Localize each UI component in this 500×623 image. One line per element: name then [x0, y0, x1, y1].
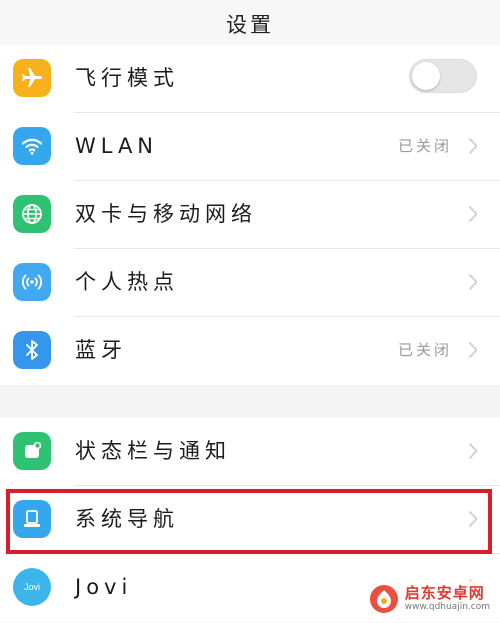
setting-row-system-navigation[interactable]: 系统导航: [0, 486, 500, 554]
chevron-right-icon: [468, 137, 478, 155]
setting-row-wlan[interactable]: WLAN 已关闭: [0, 113, 500, 181]
watermark-url: www.qdhuajin.com: [404, 602, 490, 612]
jovi-icon-text: Jovi: [23, 582, 40, 592]
airplane-mode-toggle[interactable]: [409, 59, 477, 93]
setting-label: 系统导航: [75, 507, 179, 531]
setting-label: 状态栏与通知: [75, 439, 231, 463]
setting-status: 已关闭: [397, 341, 452, 359]
watermark-logo-icon: [369, 585, 398, 613]
setting-label: 飞行模式: [75, 66, 179, 90]
hotspot-icon: [13, 263, 51, 301]
setting-label: WLAN: [75, 134, 159, 158]
bluetooth-icon: [13, 331, 51, 369]
notification-icon: [13, 432, 51, 470]
page-title: 设置: [0, 0, 500, 48]
chevron-right-icon: [468, 442, 478, 460]
jovi-icon: Jovi: [13, 568, 51, 606]
setting-row-status-bar[interactable]: 状态栏与通知: [0, 418, 500, 486]
chevron-right-icon: [468, 510, 478, 528]
globe-icon: [13, 195, 51, 233]
watermark: 启东安卓网 www.qdhuajin.com: [364, 581, 496, 617]
chevron-right-icon: [468, 273, 478, 291]
setting-status: 已关闭: [397, 137, 452, 155]
setting-row-hotspot[interactable]: 个人热点: [0, 249, 500, 317]
wifi-icon: [13, 127, 51, 165]
setting-row-bluetooth[interactable]: 蓝牙 已关闭: [0, 317, 500, 385]
toggle-knob: [412, 62, 440, 90]
setting-label: 个人热点: [75, 270, 179, 294]
setting-row-sim-network[interactable]: 双卡与移动网络: [0, 181, 500, 249]
setting-label: 蓝牙: [75, 338, 127, 362]
chevron-right-icon: [468, 205, 478, 223]
navigation-icon: [13, 500, 51, 538]
watermark-title: 启东安卓网: [404, 584, 485, 602]
airplane-icon: [13, 59, 51, 97]
setting-label: Jovi: [75, 575, 133, 599]
settings-group-connectivity: 飞行模式 WLAN 已关闭 双卡与移动网络 个人热点 蓝牙 已关闭: [0, 45, 500, 385]
setting-label: 双卡与移动网络: [75, 202, 257, 226]
chevron-right-icon: [468, 341, 478, 359]
setting-row-airplane-mode[interactable]: 飞行模式: [0, 45, 500, 113]
